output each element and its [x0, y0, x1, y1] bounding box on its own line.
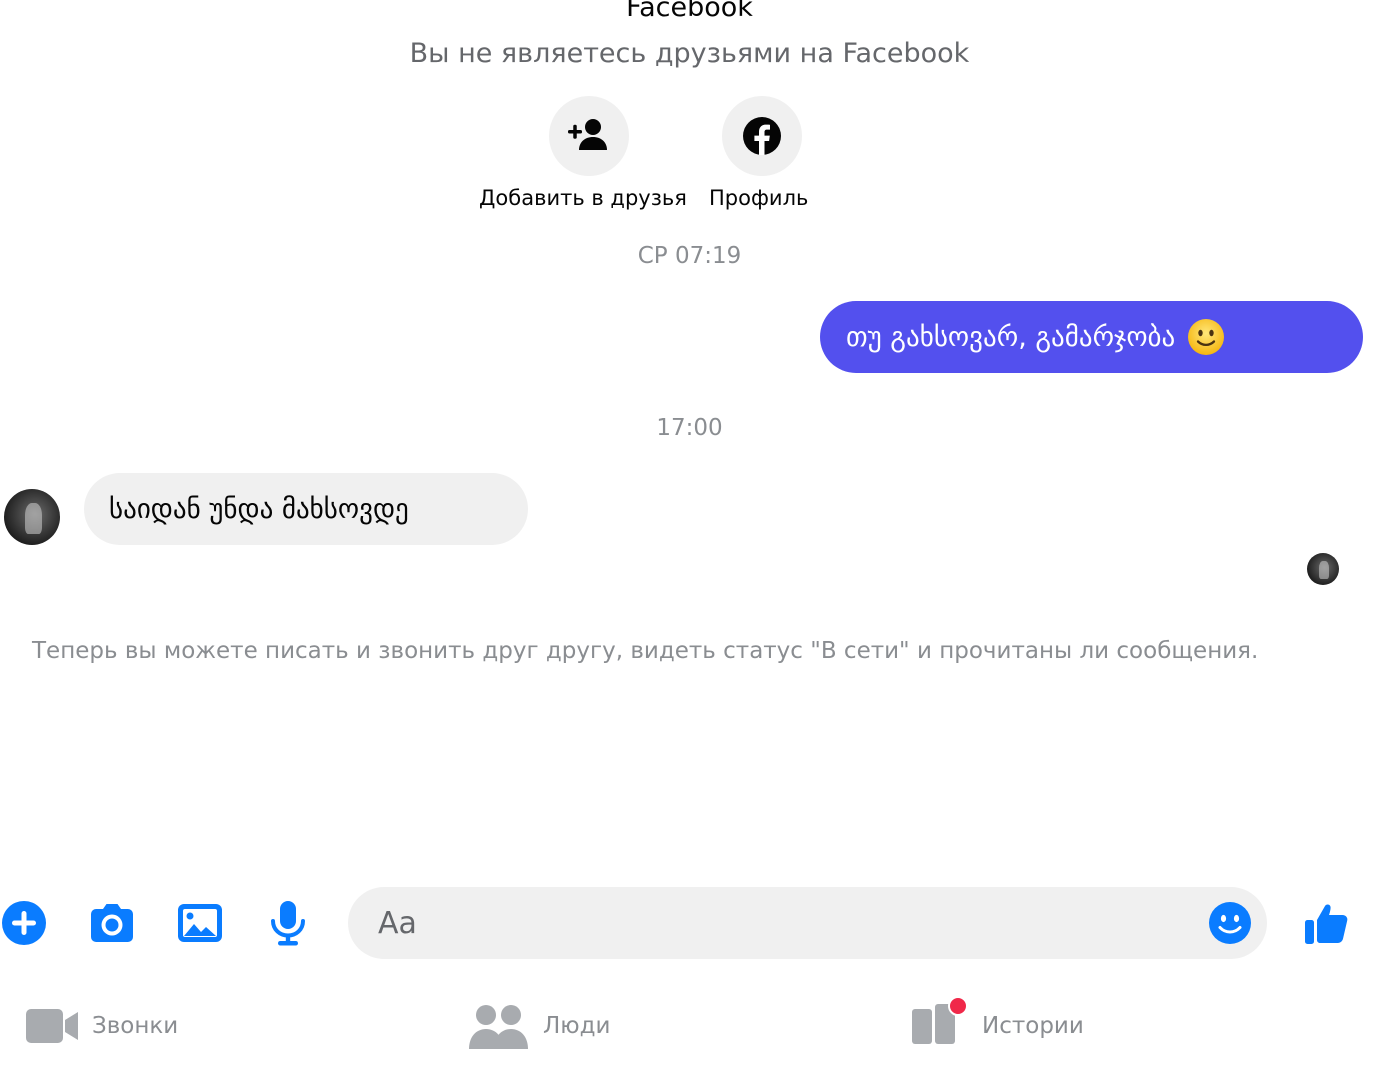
stories-notification-badge [948, 996, 968, 1016]
stories-icon [912, 996, 968, 1048]
people-icon [469, 1005, 528, 1049]
add-friend-icon [568, 119, 607, 150]
add-friend-label: Добавить в друзья [479, 186, 687, 210]
friendship-status: Вы не являетесь друзьями на Facebook [409, 38, 970, 69]
add-friend-button[interactable] [549, 96, 629, 176]
message-input[interactable] [378, 887, 1198, 959]
read-receipt-avatar [1307, 553, 1339, 585]
video-camera-icon [26, 1009, 78, 1043]
nav-stories[interactable]: Истории [912, 996, 1084, 1052]
profile-button[interactable] [722, 96, 802, 176]
nav-calls-label: Звонки [92, 1013, 179, 1039]
gallery-button[interactable] [175, 898, 225, 948]
friendship-notice: Теперь вы можете писать и звонить друг д… [32, 638, 1259, 664]
nav-people-label: Люди [543, 1013, 611, 1039]
message-composer[interactable] [348, 887, 1267, 959]
more-actions-button[interactable] [0, 898, 50, 948]
outgoing-message-text: თუ გახსოვარ, გამარჯობა [846, 321, 1176, 353]
message-timestamp: СР 07:19 [637, 243, 742, 269]
facebook-icon [743, 117, 781, 155]
plus-icon [2, 901, 46, 945]
emoji-icon[interactable] [1208, 901, 1252, 945]
camera-icon [91, 904, 133, 942]
incoming-message-bubble[interactable]: საიდან უნდა მახსოვდე [84, 473, 528, 545]
like-button[interactable] [1303, 898, 1353, 948]
contact-name: Facebook [626, 0, 753, 23]
outgoing-message-bubble[interactable]: თუ გახსოვარ, გამარჯობა [820, 301, 1363, 373]
profile-label: Профиль [709, 186, 809, 210]
incoming-message-text: საიდან უნდა მახსოვდე [109, 493, 409, 525]
nav-stories-label: Истории [982, 1013, 1084, 1039]
slightly-smiling-face-icon [1188, 319, 1225, 355]
nav-calls[interactable]: Звонки [26, 1000, 178, 1052]
nav-people[interactable]: Люди [469, 1000, 611, 1052]
voice-message-button[interactable] [263, 898, 313, 948]
thumbs-up-icon [1305, 904, 1348, 944]
microphone-icon [271, 901, 305, 946]
contact-avatar[interactable] [4, 489, 60, 545]
camera-button[interactable] [87, 898, 137, 948]
image-icon [178, 904, 222, 942]
message-timestamp: 17:00 [656, 415, 723, 441]
